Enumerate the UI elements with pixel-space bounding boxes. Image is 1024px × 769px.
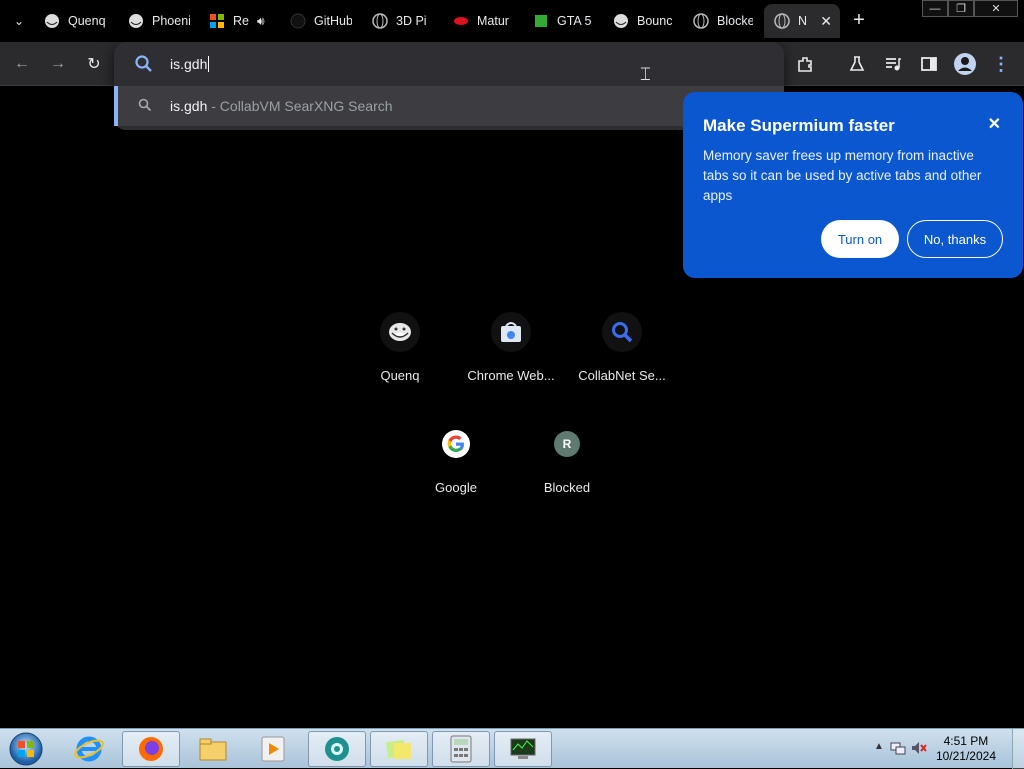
turn-on-button[interactable]: Turn on xyxy=(821,220,899,258)
no-thanks-button[interactable]: No, thanks xyxy=(907,220,1003,258)
shortcut-label: CollabNet Se... xyxy=(578,368,666,383)
clock-date: 10/21/2024 xyxy=(935,749,996,763)
shortcut-quenq[interactable]: Quenq xyxy=(344,312,456,412)
browser-icon[interactable] xyxy=(308,731,366,767)
shortcut-label: Chrome Web... xyxy=(467,368,555,383)
promo-body: Memory saver frees up memory from inacti… xyxy=(703,148,982,203)
media-player-icon[interactable] xyxy=(244,731,302,767)
shortcut-blocked[interactable]: R Blocked xyxy=(511,424,623,524)
text-cursor-icon: ⌶ xyxy=(640,64,651,84)
show-hidden-icons-icon[interactable]: ▲ xyxy=(874,741,884,752)
extensions-icon[interactable] xyxy=(793,52,817,76)
windows-flag-icon xyxy=(209,13,225,29)
tab-title: 3D Pi xyxy=(396,14,427,28)
gta-icon xyxy=(533,13,549,29)
clock-time: 4:51 PM xyxy=(943,734,989,748)
troll-face-icon xyxy=(44,13,60,29)
maximize-button[interactable]: ❐ xyxy=(948,0,974,17)
shortcut-label: Google xyxy=(435,480,477,495)
tab-bounc[interactable]: Bounc xyxy=(613,6,673,36)
globe-icon xyxy=(372,13,388,29)
system-monitor-icon[interactable] xyxy=(494,731,552,767)
tab-github[interactable]: GitHub xyxy=(290,6,352,36)
shortcut-collabnet-search[interactable]: CollabNet Se... xyxy=(566,312,678,412)
letter-r-icon: R xyxy=(554,431,580,457)
shortcut-label: Blocked xyxy=(543,480,591,495)
file-explorer-icon[interactable] xyxy=(184,731,242,767)
calculator-icon[interactable] xyxy=(432,731,490,767)
side-panel-icon[interactable] xyxy=(917,52,941,76)
tab-title: Re xyxy=(233,14,249,28)
close-tab-icon[interactable]: ✕ xyxy=(820,13,832,30)
internet-explorer-icon[interactable] xyxy=(60,731,118,767)
promo-title: Make Supermium faster xyxy=(703,116,895,135)
firefox-icon[interactable] xyxy=(122,731,180,767)
back-button[interactable]: ← xyxy=(10,52,34,76)
globe-icon xyxy=(693,13,709,29)
shortcut-chrome-web-store[interactable]: Chrome Web... xyxy=(455,312,567,412)
taskbar: ▲ 4:51 PM 10/21/2024 xyxy=(0,728,1024,769)
volume-muted-icon[interactable] xyxy=(910,740,928,761)
sticky-notes-icon[interactable] xyxy=(370,731,428,767)
tab-phoenix[interactable]: Phoenix xyxy=(128,6,190,36)
window-controls: — ❐ ✕ xyxy=(922,0,1018,18)
search-icon xyxy=(602,312,642,352)
memory-saver-promo: Make Supermium faster ✕ Memory saver fre… xyxy=(683,92,1023,278)
reload-button[interactable]: ↻ xyxy=(82,52,106,76)
tab-title: Blocke xyxy=(717,14,753,28)
clock[interactable]: 4:51 PM 10/21/2024 xyxy=(936,734,996,764)
new-tab-button[interactable]: + xyxy=(848,9,870,32)
tab-search-icon[interactable]: ⌄ xyxy=(6,10,32,32)
tab-title: GitHub xyxy=(314,14,352,28)
chrome-web-store-icon xyxy=(491,312,531,352)
labs-flask-icon[interactable] xyxy=(845,52,869,76)
network-icon[interactable] xyxy=(890,740,906,761)
speaker-icon[interactable]: 🔊︎ xyxy=(257,14,265,29)
troll-face-icon xyxy=(128,13,144,29)
globe-icon xyxy=(774,13,790,29)
forward-button[interactable]: → xyxy=(46,52,70,76)
tab-matur[interactable]: Matur xyxy=(453,6,511,36)
tab-title: Matur xyxy=(477,14,509,28)
tab-re[interactable]: Re 🔊︎ xyxy=(209,6,273,36)
address-bar[interactable]: is.gdh ⌶ xyxy=(114,42,784,86)
system-tray: ▲ 4:51 PM 10/21/2024 xyxy=(864,729,1024,769)
search-icon xyxy=(138,98,152,117)
red-lips-icon xyxy=(453,13,469,29)
suggestion-description: - CollabVM SearXNG Search xyxy=(207,98,393,114)
profile-avatar-icon[interactable] xyxy=(953,52,977,76)
tab-title: Bounc xyxy=(637,14,673,28)
tab-strip: ⌄ Quenq Phoenix Re 🔊︎ GitHub 3D Pi Matur… xyxy=(0,0,1024,42)
start-button[interactable] xyxy=(4,730,48,768)
menu-kebab-icon[interactable]: ⋮ xyxy=(989,52,1013,76)
tab-title: GTA 5 xyxy=(557,14,592,28)
minimize-button[interactable]: — xyxy=(922,0,948,17)
search-icon xyxy=(134,54,154,79)
tab-blocke[interactable]: Blocke xyxy=(693,6,753,36)
google-icon xyxy=(442,430,470,458)
shortcut-label: Quenq xyxy=(380,368,420,383)
media-controls-icon[interactable] xyxy=(881,52,905,76)
address-input[interactable]: is.gdh xyxy=(170,56,210,72)
tab-title: Quenq xyxy=(68,14,106,28)
tab-title: Phoenix xyxy=(152,14,190,28)
close-window-button[interactable]: ✕ xyxy=(974,0,1018,17)
tab-title: N xyxy=(798,14,808,28)
close-icon[interactable]: ✕ xyxy=(988,114,1001,134)
tab-active[interactable]: N ✕ xyxy=(764,4,840,38)
tab-3d-pi[interactable]: 3D Pi xyxy=(372,6,432,36)
tab-quenq[interactable]: Quenq xyxy=(44,6,108,36)
show-desktop-button[interactable] xyxy=(1012,729,1024,769)
suggestion-query: is.gdh xyxy=(170,98,208,114)
github-icon xyxy=(290,13,306,29)
troll-face-icon xyxy=(613,13,629,29)
tab-gta5[interactable]: GTA 5 xyxy=(533,6,593,36)
shortcut-google[interactable]: Google xyxy=(400,424,512,524)
troll-face-icon xyxy=(380,312,420,352)
address-input-value: is.gdh xyxy=(170,56,208,72)
